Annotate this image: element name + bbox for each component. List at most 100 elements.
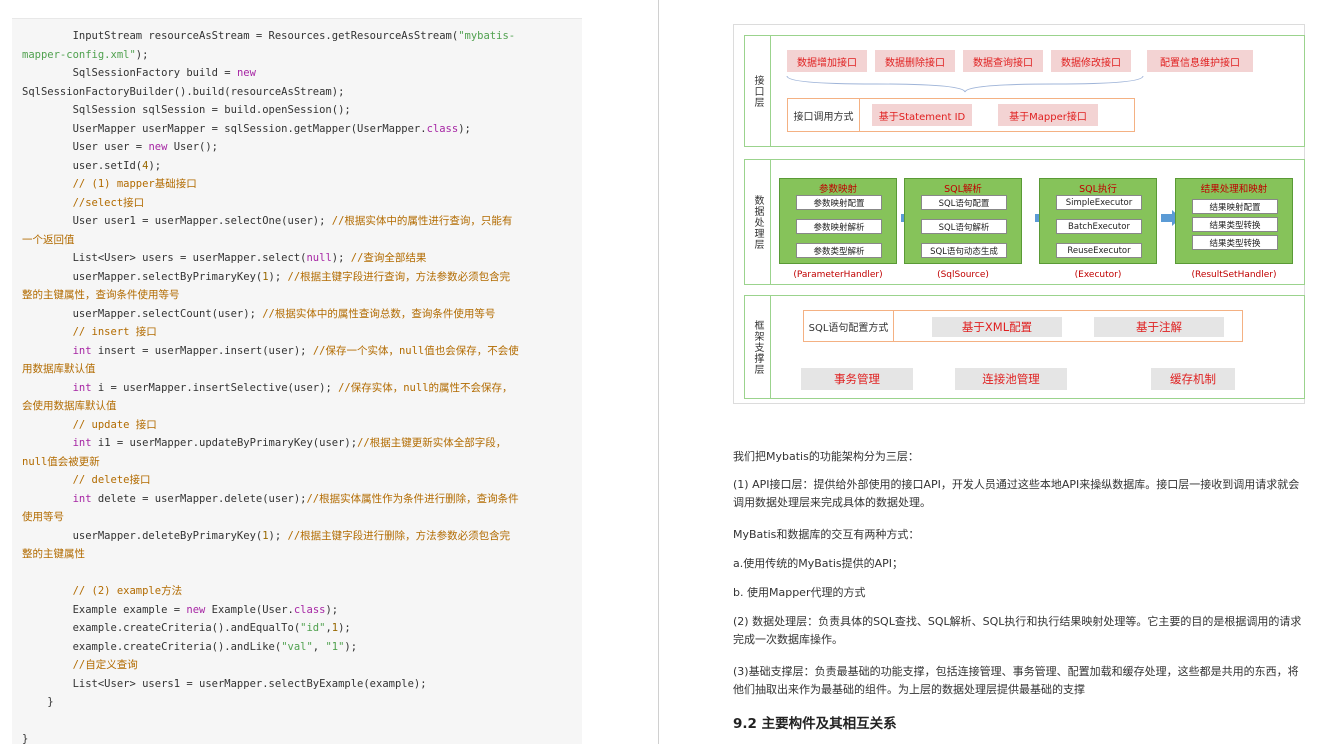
code-token: example.createCriteria().andEqualTo(	[22, 622, 301, 634]
code-line: int i = userMapper.insertSelective(user)…	[22, 379, 582, 398]
code-line: 会使用数据库默认值	[22, 397, 582, 416]
stage-caption: (ParameterHandler)	[793, 270, 883, 280]
processing-layer-label: 数据处理层	[745, 160, 771, 284]
code-token: int	[72, 344, 92, 357]
code-token: SqlSessionFactory build =	[22, 67, 237, 79]
code-token: );	[325, 603, 339, 616]
code-token: 整的主键属性，查询条件使用等号	[22, 289, 180, 301]
code-line: SqlSession sqlSession = build.openSessio…	[22, 101, 582, 120]
stage-sql-execute: SQL执行 SimpleExecutor BatchExecutor Reuse…	[1039, 178, 1157, 264]
processing-layer: 数据处理层 参数映射 参数映射配置 参数映射解析 参数类型解析 (Paramet…	[744, 159, 1305, 285]
config-xml: 基于XML配置	[932, 317, 1062, 337]
support-layer: 框架支撑层 SQL语句配置方式 基于XML配置 基于注解 事务管理 连接池管理 …	[744, 295, 1305, 399]
code-token: 使用等号	[22, 511, 64, 523]
stage-item: 参数类型解析	[796, 243, 882, 258]
code-line: null值会被更新	[22, 453, 582, 472]
stage-title: 结果处理和映射	[1200, 184, 1268, 195]
code-token: "mybatis-	[458, 30, 516, 42]
code-line: User user1 = userMapper.selectOne(user);…	[22, 212, 582, 231]
interface-layer: 接口层 数据增加接口 数据删除接口 数据查询接口 数据修改接口 配置信息维护接口…	[744, 35, 1305, 147]
code-token: "1"	[325, 640, 345, 653]
stage-title: SQL执行	[1079, 184, 1117, 195]
code-token: User();	[167, 141, 218, 153]
stage-caption: (ResultSetHandler)	[1191, 270, 1277, 280]
code-token: userMapper.deleteByPrimaryKey(	[22, 529, 263, 542]
code-token: // (2) example方法	[22, 585, 183, 597]
code-line: //自定义查询	[22, 656, 582, 675]
sql-config-label: SQL语句配置方式	[804, 311, 894, 341]
stage-caption: (Executor)	[1074, 270, 1122, 280]
interface-layer-label: 接口层	[745, 36, 771, 146]
code-token: UserMapper userMapper = sqlSession.getMa…	[22, 122, 427, 135]
section-heading: 9.2 主要构件及其相互关系	[733, 716, 897, 732]
stage-item: 结果映射配置	[1192, 199, 1278, 214]
code-token: SqlSessionFactoryBuilder().build(resourc…	[22, 85, 345, 98]
code-token: class	[293, 603, 326, 616]
code-line: // (2) example方法	[22, 582, 582, 601]
code-line: userMapper.selectByPrimaryKey(1); //根据主键…	[22, 268, 582, 287]
code-line: // (1) mapper基础接口	[22, 175, 582, 194]
code-line: SqlSessionFactory build = new	[22, 64, 582, 83]
code-token: //查询全部结果	[350, 252, 427, 264]
paragraph-intro: 我们把Mybatis的功能架构分为三层：	[733, 450, 919, 463]
code-line: UserMapper userMapper = sqlSession.getMa…	[22, 120, 582, 139]
call-method-mapper: 基于Mapper接口	[998, 104, 1098, 126]
code-line: List<User> users = userMapper.select(nul…	[22, 249, 582, 268]
code-token: }	[22, 696, 54, 708]
code-token: userMapper.selectCount(user);	[22, 307, 263, 320]
code-token: // update 接口	[22, 418, 157, 431]
code-token: null	[306, 252, 332, 264]
stage-item: 结果类型转换	[1192, 235, 1278, 250]
code-token: //自定义查询	[22, 659, 138, 671]
stage-item: SQL语句解析	[921, 219, 1007, 234]
sql-config-box: SQL语句配置方式 基于XML配置 基于注解	[803, 310, 1243, 342]
paragraph-option-a: a.使用传统的MyBatis提供的API；	[733, 557, 904, 570]
code-token: delete = userMapper.delete(user);	[91, 492, 307, 505]
code-token: int	[72, 492, 92, 505]
code-token: ,	[312, 640, 326, 653]
code-token: // delete接口	[22, 474, 151, 486]
code-line: List<User> users1 = userMapper.selectByE…	[22, 675, 582, 694]
code-token: List<User> users = userMapper.select(	[22, 252, 307, 264]
code-token: );	[344, 640, 358, 653]
code-line: 整的主键属性	[22, 545, 582, 564]
code-token: //根据主键更新实体全部字段，	[357, 437, 507, 449]
code-block: InputStream resourceAsStream = Resources…	[12, 18, 582, 744]
code-token: SqlSession sqlSession = build.openSessio…	[22, 104, 351, 116]
support-layer-label: 框架支撑层	[745, 296, 771, 398]
code-line: userMapper.selectCount(user); //根据实体中的属性…	[22, 305, 582, 324]
code-line: // update 接口	[22, 416, 582, 435]
call-method-statement-id: 基于Statement ID	[872, 104, 972, 126]
code-token: //根据主键字段进行查询，方法参数必须包含完	[287, 270, 511, 283]
code-token: Example example =	[22, 603, 187, 616]
code-token: //根据实体中的属性查询总数，查询条件使用等号	[262, 307, 496, 320]
stage-sql-parse: SQL解析 SQL语句配置 SQL语句解析 SQL语句动态生成	[904, 178, 1022, 264]
code-token: InputStream resourceAsStream = Resources…	[22, 30, 459, 42]
code-token: User user1 = userMapper.selectOne(user);	[22, 215, 332, 227]
stage-item: SQL语句动态生成	[921, 243, 1007, 258]
code-line: }	[22, 693, 582, 712]
code-line: example.createCriteria().andLike("val", …	[22, 638, 582, 657]
code-token: user.setId(	[22, 159, 143, 172]
right-page: 接口层 数据增加接口 数据删除接口 数据查询接口 数据修改接口 配置信息维护接口…	[659, 0, 1330, 744]
code-line: //select接口	[22, 194, 582, 213]
code-line: example.createCriteria().andEqualTo("id"…	[22, 619, 582, 638]
code-token: //select接口	[22, 196, 145, 209]
service-connection-pool: 连接池管理	[955, 368, 1067, 390]
code-token: //保存一个实体，null值也会保存，不会使	[312, 344, 519, 357]
code-line: 使用等号	[22, 508, 582, 527]
paragraph-option-b: b. 使用Mapper代理的方式	[733, 586, 866, 599]
code-token: new	[236, 67, 256, 79]
stage-parameter-mapping: 参数映射 参数映射配置 参数映射解析 参数类型解析	[779, 178, 897, 264]
code-line: 一个返回值	[22, 231, 582, 250]
stage-item: SQL语句配置	[921, 195, 1007, 210]
code-token: Example(User.	[205, 603, 294, 616]
code-token: 用数据库默认值	[22, 363, 96, 375]
code-line: InputStream resourceAsStream = Resources…	[22, 27, 582, 46]
code-token: );	[135, 48, 149, 61]
api-box-config: 配置信息维护接口	[1147, 50, 1253, 72]
code-token: class	[426, 122, 459, 135]
